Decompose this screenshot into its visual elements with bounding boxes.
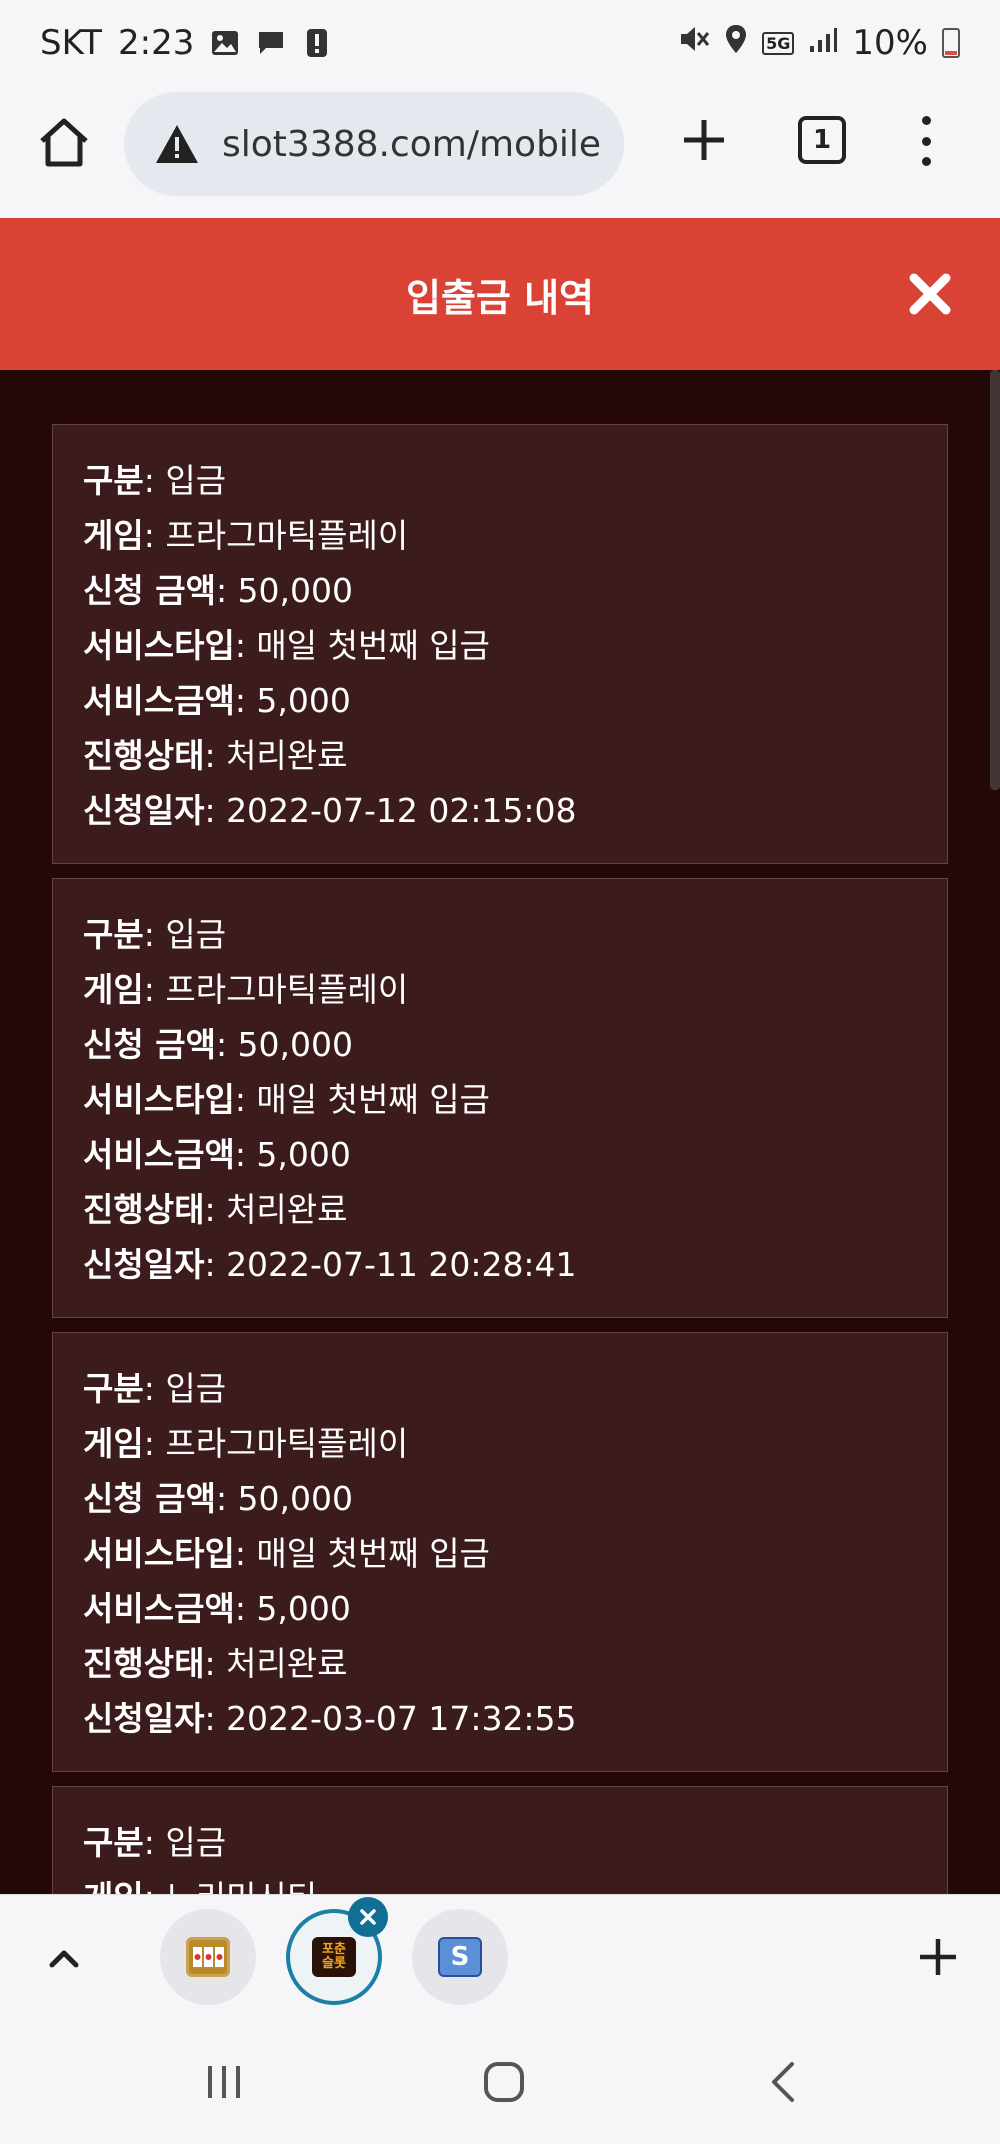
- close-tab-button[interactable]: [348, 1897, 388, 1937]
- expand-tabs-button[interactable]: [44, 1939, 84, 1979]
- mute-vibrate-icon: [678, 23, 710, 63]
- menu-dot-icon: [921, 116, 931, 125]
- service-amount-row: 서비스금액: 5,000: [83, 1135, 351, 1174]
- date-row: 신청일자: 2022-07-12 02:15:08: [83, 791, 577, 830]
- add-tab-button[interactable]: [916, 1935, 960, 1979]
- service-type-row: 서비스타입: 매일 첫번째 입금: [83, 1534, 490, 1573]
- scrollbar[interactable]: [990, 370, 1000, 790]
- tab-thumbnail-slots[interactable]: [160, 1909, 256, 2005]
- service-amount-row: 서비스금액: 5,000: [83, 681, 351, 720]
- slot-machine-icon: [186, 1937, 230, 1977]
- transaction-card: 구분: 입금 게임: 프라그마틱플레이 신청 금액: 50,000 서비스타입:…: [52, 424, 948, 864]
- amount-row: 신청 금액: 50,000: [83, 1479, 354, 1518]
- service-type-row: 서비스타입: 매일 첫번째 입금: [83, 626, 490, 665]
- plus-icon: [684, 120, 724, 160]
- close-button[interactable]: [906, 270, 954, 318]
- active-tab-favicon: 포춘 슬롯: [312, 1937, 356, 1977]
- tab-switcher-button[interactable]: 1: [798, 116, 846, 164]
- transaction-card: 구분: 입금 게임: 프라그마틱플레이 신청 금액: 50,000 서비스타입:…: [52, 878, 948, 1318]
- status-row: 진행상태: 처리완료: [83, 736, 348, 775]
- signal-icon: [808, 23, 838, 63]
- tab-thumbnail-s[interactable]: S: [412, 1909, 508, 2005]
- not-secure-warning-icon: [156, 125, 198, 163]
- location-icon: [724, 23, 748, 63]
- transaction-list: 구분: 입금 게임: 프라그마틱플레이 신청 금액: 50,000 서비스타입:…: [52, 424, 948, 1894]
- transaction-card: 구분: 입금 게임: 노리밋시티: [52, 1786, 948, 1894]
- message-notification-icon: [256, 28, 286, 58]
- page-content: 입출금 내역 구분: 입금 게임: 프라그마틱플레이 신청 금액: 50,000…: [0, 218, 1000, 1894]
- address-bar[interactable]: slot3388.com/mobile: [124, 92, 624, 196]
- game-row: 게임: 프라그마틱플레이: [83, 970, 409, 1009]
- menu-dot-icon: [921, 157, 931, 166]
- chevron-up-icon: [49, 1950, 79, 1968]
- alert-notification-icon: [302, 28, 332, 58]
- type-row: 구분: 입금: [83, 915, 227, 954]
- recent-apps-button[interactable]: [200, 2058, 248, 2106]
- game-row: 게임: 프라그마틱플레이: [83, 516, 409, 555]
- s-logo-icon: S: [438, 1937, 482, 1977]
- menu-dot-icon: [921, 136, 931, 146]
- type-row: 구분: 입금: [83, 461, 227, 500]
- game-row: 게임: 프라그마틱플레이: [83, 1424, 409, 1463]
- back-button[interactable]: [760, 2058, 808, 2106]
- battery-percent: 10%: [852, 23, 928, 63]
- recent-apps-icon: [208, 2066, 240, 2098]
- new-tab-button[interactable]: [680, 116, 728, 164]
- modal-header: 입출금 내역: [0, 218, 1000, 370]
- back-chevron-icon: [772, 2062, 794, 2102]
- network-type-badge: 5G: [762, 31, 795, 55]
- system-navigation-bar: [0, 2020, 1000, 2144]
- game-row: 게임: 노리밋시티: [83, 1870, 917, 1894]
- status-row: 진행상태: 처리완료: [83, 1644, 348, 1683]
- plus-icon: [920, 1939, 956, 1975]
- close-icon: [909, 273, 951, 315]
- transaction-card: 구분: 입금 게임: 프라그마틱플레이 신청 금액: 50,000 서비스타입:…: [52, 1332, 948, 1772]
- close-icon: [360, 1909, 376, 1925]
- home-circle-icon: [484, 2062, 524, 2102]
- status-row: 진행상태: 처리완료: [83, 1190, 348, 1229]
- bottom-tab-strip: 포춘 슬롯 S: [0, 1894, 1000, 2020]
- service-type-row: 서비스타입: 매일 첫번째 입금: [83, 1080, 490, 1119]
- url-text: slot3388.com/mobile: [222, 123, 602, 165]
- type-row: 구분: 입금: [83, 1823, 227, 1862]
- carrier-label: SKT: [40, 23, 103, 63]
- clock: 2:23: [118, 23, 195, 63]
- amount-row: 신청 금액: 50,000: [83, 1025, 354, 1064]
- date-row: 신청일자: 2022-07-11 20:28:41: [83, 1245, 577, 1284]
- system-home-button[interactable]: [480, 2058, 528, 2106]
- type-row: 구분: 입금: [83, 1369, 227, 1408]
- status-bar: SKT 2:23 5G 10%: [0, 0, 1000, 86]
- service-amount-row: 서비스금액: 5,000: [83, 1589, 351, 1628]
- amount-row: 신청 금액: 50,000: [83, 571, 354, 610]
- browser-toolbar: slot3388.com/mobile 1: [0, 86, 1000, 218]
- modal-title: 입출금 내역: [405, 275, 595, 320]
- browser-menu-button[interactable]: [914, 116, 938, 166]
- home-button[interactable]: [36, 114, 92, 170]
- gallery-notification-icon: [210, 28, 240, 58]
- home-icon: [40, 118, 88, 167]
- date-row: 신청일자: 2022-03-07 17:32:55: [83, 1699, 577, 1738]
- battery-icon: [942, 28, 960, 58]
